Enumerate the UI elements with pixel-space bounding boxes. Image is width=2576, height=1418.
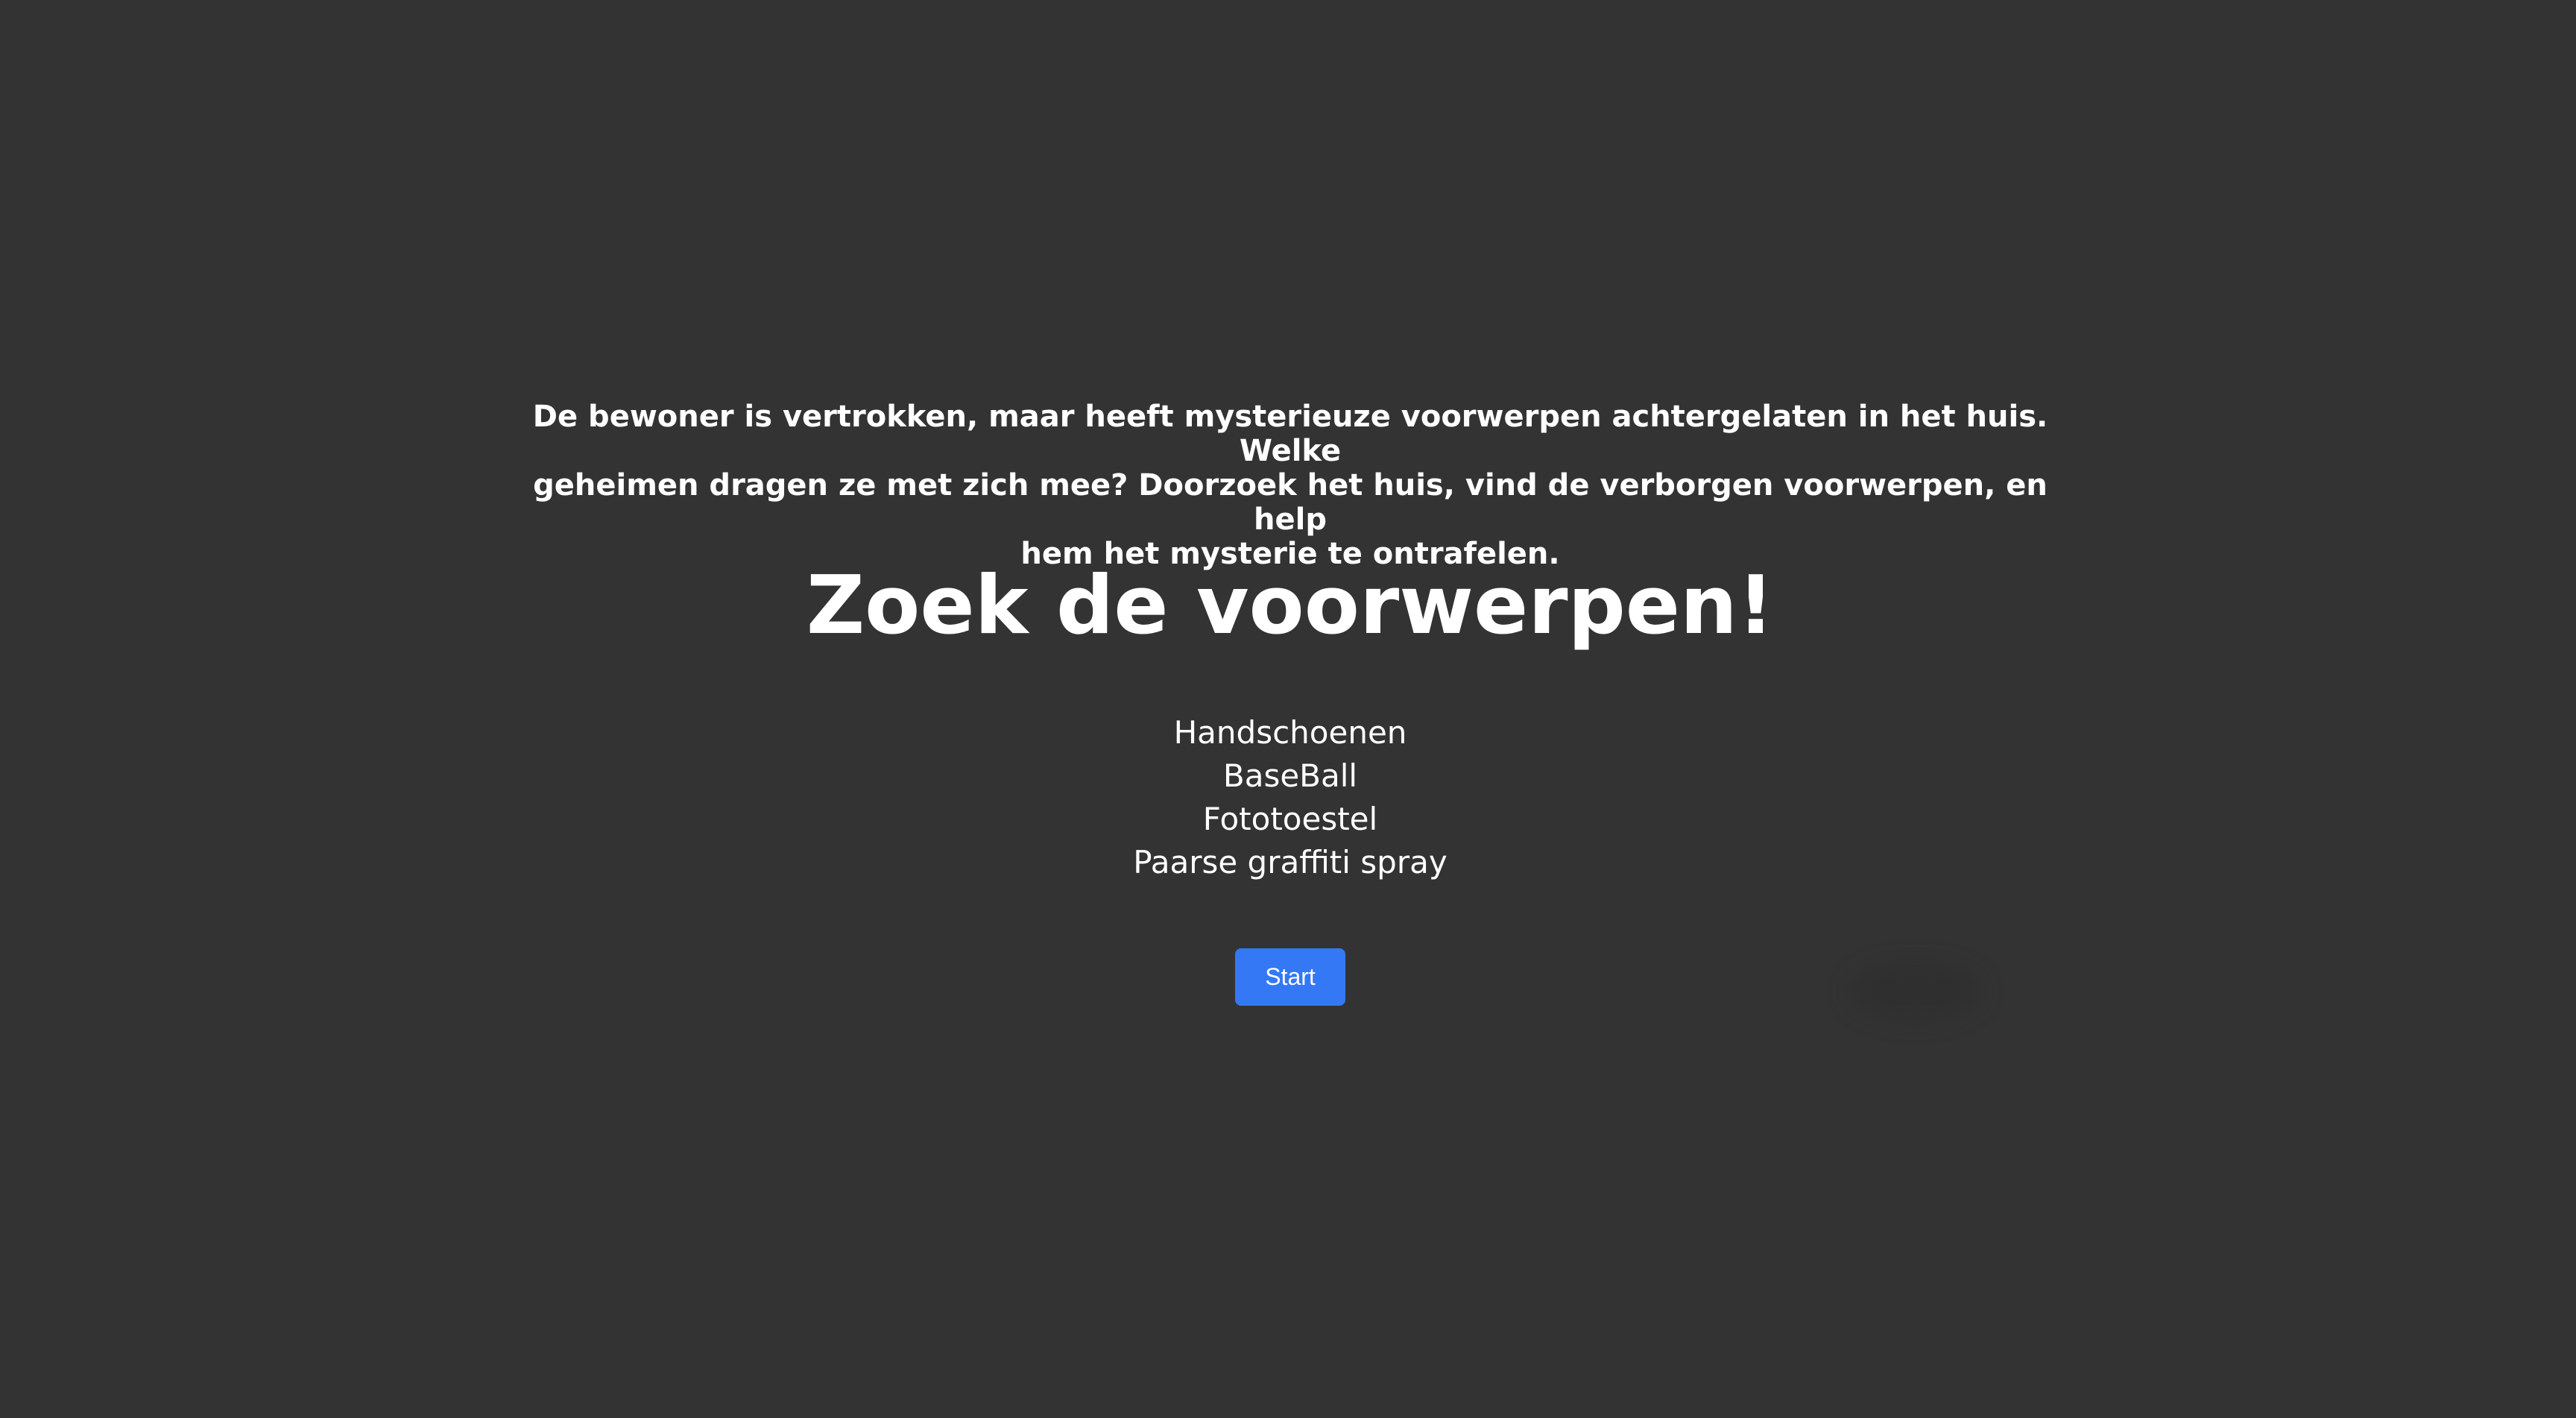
list-item: BaseBall bbox=[1222, 757, 1358, 794]
list-item: Fototoestel bbox=[1202, 801, 1378, 837]
list-item: Paarse graffiti spray bbox=[1133, 844, 1448, 880]
story-line-2: geheimen dragen ze met zich mee? Doorzoe… bbox=[533, 468, 2048, 537]
list-item: Handschoenen bbox=[1173, 714, 1407, 751]
story-line-1: De bewoner is vertrokken, maar heeft mys… bbox=[532, 400, 2048, 468]
page-title: Zoek de voorwerpen! bbox=[806, 559, 1775, 652]
story-text: De bewoner is vertrokken, maar heeft mys… bbox=[522, 400, 2059, 571]
start-button[interactable]: Start bbox=[1235, 948, 1345, 1006]
intro-overlay: De bewoner is vertrokken, maar heeft mys… bbox=[0, 0, 2576, 1418]
item-list: Handschoenen BaseBall Fototoestel Paarse… bbox=[745, 711, 1835, 884]
faint-background-shape bbox=[1849, 962, 1983, 1021]
